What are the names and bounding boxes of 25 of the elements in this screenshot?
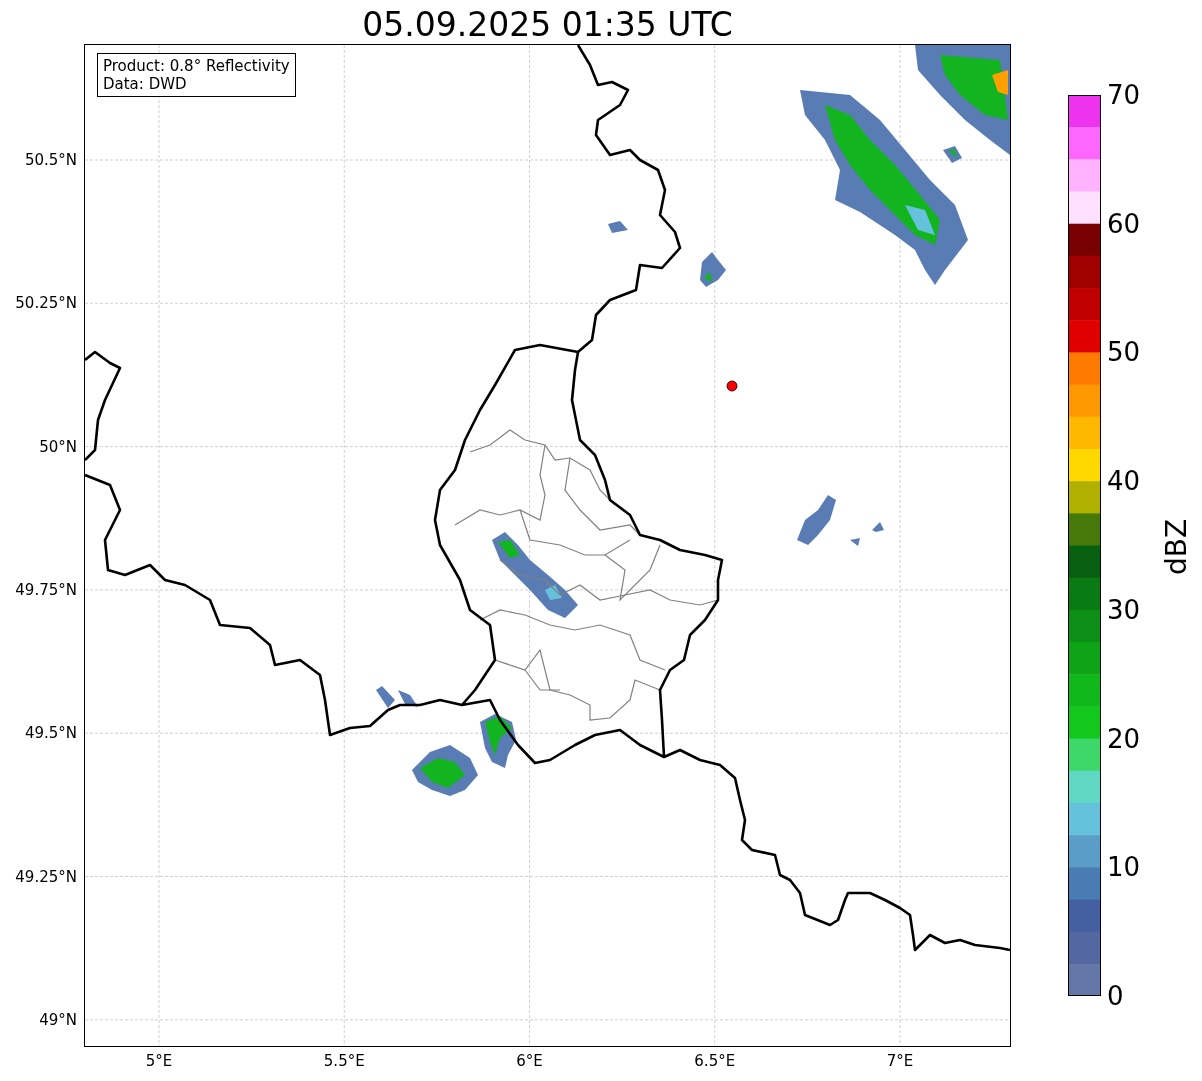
- colorbar-tick-label: 40: [1107, 467, 1141, 496]
- colorbar-tick-label: 0: [1107, 982, 1124, 1010]
- info-text: Product: 0.8° Reflectivity: [103, 57, 290, 75]
- colorbar-tick-label: 50: [1107, 338, 1141, 367]
- longitude-tick-label: 6.5°E: [694, 1052, 736, 1070]
- latitude-tick-label: 49.5°N: [24, 724, 77, 743]
- colorbar-label: dBZ: [1160, 518, 1193, 575]
- colorbar-tick-label: 20: [1107, 724, 1141, 753]
- colorbar-tick-label: 10: [1107, 853, 1141, 882]
- latitude-tick-label: 50°N: [39, 437, 77, 456]
- longitude-tick-label: 5°E: [145, 1052, 173, 1070]
- colorbar-tick-label: 60: [1107, 209, 1141, 238]
- latitude-tick-label: 50.5°N: [24, 151, 77, 169]
- longitude-tick-label: 6°E: [516, 1052, 543, 1070]
- map-title: 05.09.2025 01:35 UTC: [362, 5, 733, 45]
- colorbar-tick-label: 70: [1107, 81, 1141, 109]
- longitude-tick-label: 7°E: [886, 1052, 914, 1070]
- info-text: Data: DWD: [103, 75, 188, 93]
- latitude-tick-label: 49°N: [39, 1010, 77, 1029]
- site-marker: [726, 380, 738, 392]
- latitude-tick-label: 49.75°N: [15, 580, 77, 599]
- latitude-tick-label: 49.25°N: [15, 867, 77, 886]
- colorbar-tick-label: 30: [1107, 595, 1141, 624]
- longitude-tick-label: 5.5°E: [323, 1052, 365, 1070]
- latitude-tick-label: 50.25°N: [15, 294, 77, 313]
